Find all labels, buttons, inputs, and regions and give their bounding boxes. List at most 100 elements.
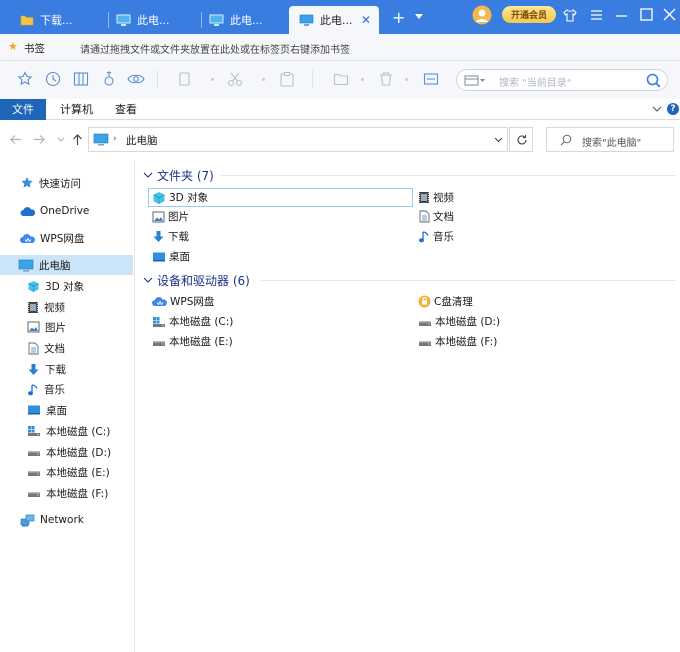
layout-panes-icon[interactable] [73,71,89,87]
address-bar[interactable]: › 此电脑 [88,127,508,152]
navigation-pane: 快速访问 OneDrive WPS网盘 此电脑 3D 对象 视频 图片 文档 下… [0,160,135,652]
chevron-down-icon [143,172,153,179]
ribbon-tab-computer[interactable]: 计算机 [48,99,105,120]
music-note-icon [27,383,39,396]
address-row: › 此电脑 搜索"此电脑" [0,120,680,160]
group-divider [220,175,676,176]
bookmark-label[interactable]: 书签 [24,41,45,56]
menu-icon[interactable] [590,9,603,21]
maximize-icon[interactable] [640,8,653,21]
close-tab-icon[interactable]: ✕ [361,13,371,27]
tab-this-pc-1[interactable]: 此电... [116,6,200,34]
new-folder-icon[interactable] [333,71,349,87]
item-drive-f[interactable]: 本地磁盘 (F:) [418,332,497,351]
nav-3d-objects[interactable]: 3D 对象 [27,276,84,296]
tab-list-dropdown-icon[interactable] [414,13,424,21]
nav-videos[interactable]: 视频 [27,297,65,317]
delete-trash-icon[interactable] [378,71,394,87]
item-drive-e[interactable]: 本地磁盘 (E:) [152,332,233,351]
nav-label: 本地磁盘 (D:) [46,446,112,459]
rename-icon[interactable] [423,71,439,87]
cut-icon[interactable] [227,71,243,87]
new-tab-button[interactable]: + [392,10,405,26]
item-pictures[interactable]: 图片 [152,207,189,226]
nav-onedrive[interactable]: OneDrive [20,201,89,221]
chevron-down-icon [143,277,153,284]
item-videos[interactable]: 视频 [418,188,454,207]
avatar[interactable] [472,5,492,25]
cube-3d-icon [27,280,40,293]
item-3d-objects[interactable]: 3D 对象 [148,188,413,207]
refresh-button[interactable] [509,127,533,152]
ribbon-collapse-icon[interactable] [652,106,662,113]
nav-label: 文档 [44,342,65,355]
nav-label: 本地磁盘 (F:) [46,487,109,500]
help-icon[interactable]: ? [667,103,679,115]
nav-music[interactable]: 音乐 [27,379,65,399]
nav-network[interactable]: Network [20,510,84,530]
recent-dropdown-icon[interactable] [57,137,65,142]
music-note-icon [418,230,430,243]
item-music[interactable]: 音乐 [418,227,454,246]
nav-drive-c[interactable]: 本地磁盘 (C:) [27,421,110,441]
minimize-icon[interactable] [615,9,628,21]
nav-label: OneDrive [40,205,90,217]
nav-drive-f[interactable]: 本地磁盘 (F:) [27,483,108,503]
close-window-icon[interactable] [663,8,676,21]
skin-shirt-icon[interactable] [563,9,577,22]
item-label: 本地磁盘 (C:) [169,316,234,328]
tab-this-pc-active[interactable]: 此电... ✕ [289,6,379,34]
item-drive-c[interactable]: 本地磁盘 (C:) [152,312,233,331]
monitor-icon [18,259,34,272]
nav-documents[interactable]: 文档 [27,338,65,358]
nav-drive-e[interactable]: 本地磁盘 (E:) [27,462,110,482]
breadcrumb-chevron-icon[interactable]: › [113,134,117,144]
nav-downloads[interactable]: 下载 [27,359,66,379]
item-drive-d[interactable]: 本地磁盘 (D:) [418,312,500,331]
group-header-label: 文件夹 (7) [157,168,214,183]
group-header-folders[interactable]: 文件夹 (7) [143,166,214,184]
search-icon[interactable] [646,73,661,88]
folder-search-placeholder: 搜索"此电脑" [582,138,642,149]
item-wps-drive[interactable]: WPS网盘 [152,292,214,311]
nav-label: 桌面 [46,404,67,417]
nav-this-pc[interactable]: 此电脑 [0,255,133,275]
history-clock-icon[interactable] [45,71,61,87]
star-icon[interactable] [17,71,33,87]
ribbon-tab-view[interactable]: 查看 [103,99,149,120]
copy-icon[interactable] [178,71,192,87]
group-header-devices[interactable]: 设备和驱动器 (6) [143,271,250,289]
back-arrow-icon[interactable] [9,134,22,145]
nav-wps-drive[interactable]: WPS网盘 [20,228,84,248]
item-desktop[interactable]: 桌面 [152,247,190,266]
ribbon-tab-file[interactable]: 文件 [0,99,46,120]
windows-drive-icon [152,316,166,328]
pin-icon[interactable] [101,71,117,87]
item-downloads[interactable]: 下载 [152,227,189,246]
nav-quick-access[interactable]: 快速访问 [20,173,81,193]
item-documents[interactable]: 文档 [418,207,454,226]
picture-icon [152,211,165,223]
dropdown-dot [361,78,364,81]
tab-downloads[interactable]: 下载... [20,6,112,34]
breadcrumb-location[interactable]: 此电脑 [126,133,158,148]
item-c-drive-cleanup[interactable]: C盘清理 [418,292,473,311]
toolbar-search-box[interactable]: 搜索 "当前目录" [456,69,668,91]
eye-icon[interactable] [127,71,145,87]
tab-this-pc-2[interactable]: 此电... [209,6,289,34]
ribbon-tabs: 文件 计算机 查看 ? [0,99,680,120]
item-label: 音乐 [433,231,454,243]
vip-button[interactable]: 开通会员 [502,6,556,23]
up-arrow-icon[interactable] [72,133,83,146]
paste-icon[interactable] [279,71,295,87]
nav-pictures[interactable]: 图片 [27,317,66,337]
nav-drive-d[interactable]: 本地磁盘 (D:) [27,442,111,462]
hard-drive-icon [418,336,432,348]
nav-desktop[interactable]: 桌面 [27,400,67,420]
cube-3d-icon [152,191,166,205]
folder-search-box[interactable]: 搜索"此电脑" [546,127,674,152]
tab-label: 下载... [40,14,73,27]
forward-arrow-icon[interactable] [33,134,46,145]
view-mode-icon[interactable] [464,74,486,86]
address-dropdown-icon[interactable] [494,137,503,143]
